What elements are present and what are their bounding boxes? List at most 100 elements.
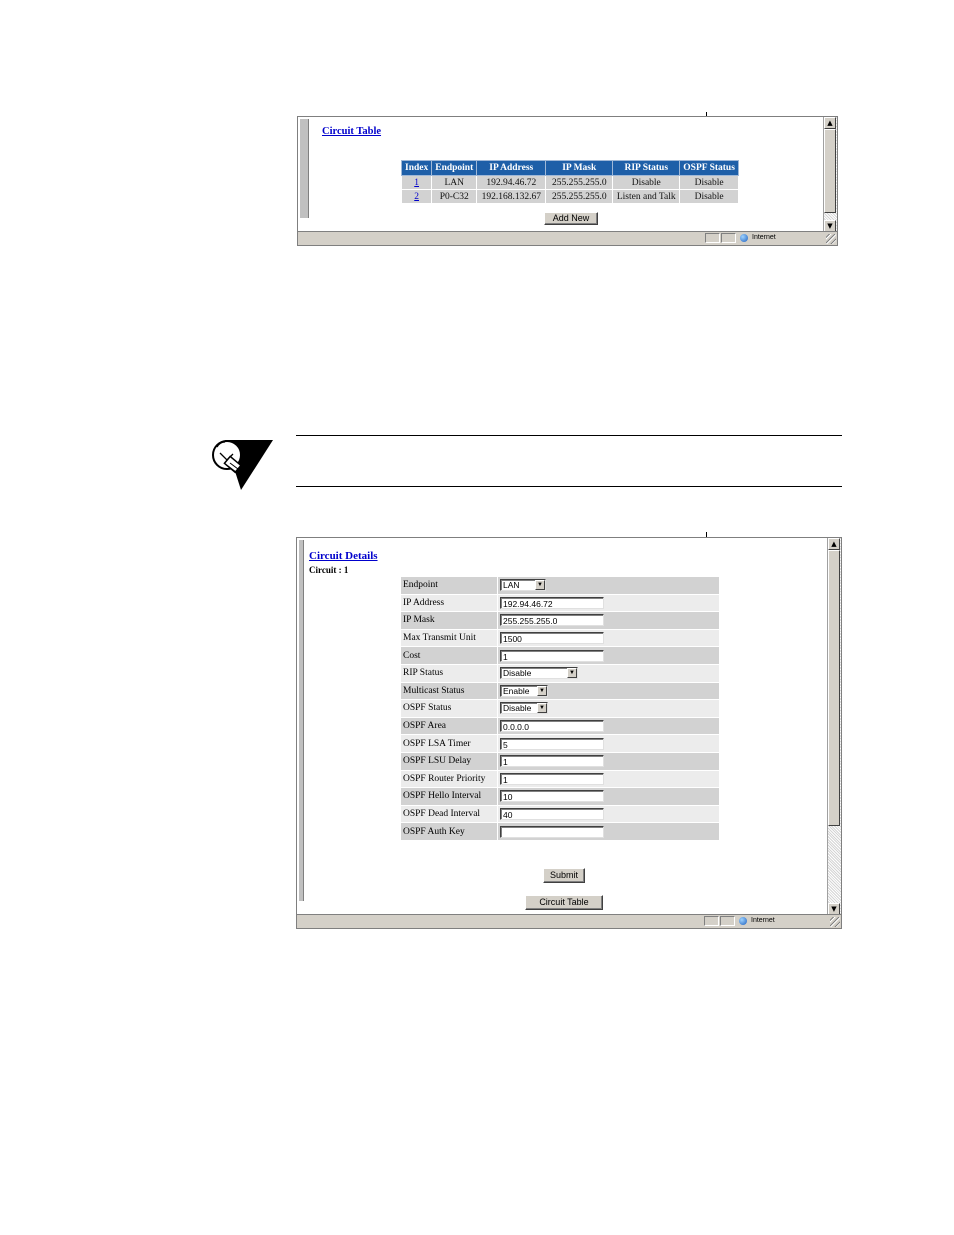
field-value-cell: 10: [497, 787, 720, 806]
lightbulb-tip-icon: [212, 440, 273, 490]
ospf-area-input[interactable]: 0.0.0.0: [500, 720, 604, 733]
form-row: OSPF LSU Delay 1: [400, 751, 720, 771]
circuit-table-window: Circuit Table Index Endpoint IP Address …: [297, 116, 838, 246]
circuit-details-title-link[interactable]: Circuit Details: [309, 550, 378, 562]
form-row: OSPF Status Disable ▼: [400, 699, 720, 718]
field-value-cell: 1: [497, 769, 720, 789]
ospf-lsa-timer-input[interactable]: 5: [500, 737, 604, 750]
field-label: OSPF Auth Key: [400, 822, 498, 841]
column-header: Endpoint: [431, 160, 478, 176]
circuit-subtitle: Circuit : 1: [309, 565, 349, 575]
ip-address-cell: 192.94.46.72: [476, 175, 547, 190]
circuit-table-content: Circuit Table Index Endpoint IP Address …: [298, 117, 824, 232]
status-cell: [721, 233, 736, 243]
rip-status-cell: Disable: [612, 175, 681, 190]
frame-left-bar: [299, 540, 304, 901]
multicast-status-select[interactable]: Enable ▼: [500, 684, 548, 697]
scroll-up-icon[interactable]: ▲: [828, 538, 840, 550]
status-cell: [704, 916, 719, 926]
resize-grip-icon[interactable]: [826, 234, 836, 244]
circuit-details-form: Endpoint LAN ▼ IP Address 192.94.46.72 I…: [400, 576, 720, 841]
ospf-router-priority-input[interactable]: 1: [500, 772, 604, 785]
column-header: RIP Status: [612, 160, 681, 176]
field-value-cell: Disable ▼: [497, 699, 720, 718]
column-header: OSPF Status: [679, 160, 739, 176]
form-row: Cost 1: [400, 646, 720, 665]
select-value: LAN: [503, 580, 520, 591]
status-bar: Internet: [297, 914, 841, 928]
form-row: OSPF Area 0.0.0.0: [400, 716, 720, 736]
field-label: Max Transmit Unit: [400, 628, 498, 648]
ospf-dead-interval-input[interactable]: 40: [500, 808, 604, 821]
field-label: OSPF Area: [400, 716, 498, 736]
ospf-lsu-delay-input[interactable]: 1: [500, 755, 604, 768]
field-value-cell: 5: [497, 734, 720, 753]
field-value-cell: 255.255.255.0: [497, 611, 720, 630]
ip-mask-cell: 255.255.255.0: [545, 189, 614, 204]
ospf-status-cell: Disable: [679, 175, 739, 190]
ip-address-input[interactable]: 192.94.46.72: [500, 596, 604, 609]
status-cell: [705, 233, 720, 243]
form-row: Multicast Status Enable ▼: [400, 681, 720, 701]
scroll-thumb[interactable]: [824, 129, 836, 213]
field-value-cell: 40: [497, 804, 720, 824]
chevron-down-icon[interactable]: ▼: [567, 668, 577, 679]
submit-button[interactable]: Submit: [543, 868, 585, 883]
add-new-button[interactable]: Add New: [544, 212, 598, 225]
resize-grip-icon[interactable]: [830, 917, 840, 927]
status-cell: [720, 916, 735, 926]
field-value-cell: 0.0.0.0: [497, 716, 720, 736]
index-link[interactable]: 1: [414, 178, 419, 188]
index-link[interactable]: 2: [414, 192, 419, 202]
internet-globe-icon: [740, 234, 748, 242]
endpoint-cell: LAN: [431, 175, 478, 190]
chevron-down-icon[interactable]: ▼: [537, 703, 547, 714]
scroll-thumb[interactable]: [828, 550, 840, 826]
table-row: 1 LAN 192.94.46.72 255.255.255.0 Disable…: [400, 175, 739, 190]
endpoint-cell: P0-C32: [431, 189, 478, 204]
ospf-status-select[interactable]: Disable ▼: [500, 702, 548, 715]
field-label: OSPF LSU Delay: [400, 751, 498, 771]
index-cell: 2: [400, 189, 433, 204]
form-row: IP Address 192.94.46.72: [400, 593, 720, 613]
field-label: RIP Status: [400, 663, 498, 683]
cost-input[interactable]: 1: [500, 649, 604, 662]
field-value-cell: [497, 822, 720, 841]
vertical-scrollbar[interactable]: ▲ ▼: [823, 117, 837, 232]
form-row: OSPF Auth Key: [400, 822, 720, 841]
select-value: Disable: [503, 703, 532, 714]
circuit-details-window: Circuit Details Circuit : 1 Endpoint LAN…: [296, 537, 842, 929]
status-zone-label: Internet: [751, 917, 775, 924]
circuit-table-header-row: Index Endpoint IP Address IP Mask RIP St…: [400, 160, 739, 176]
field-value-cell: 1: [497, 751, 720, 771]
form-row: OSPF Dead Interval 40: [400, 804, 720, 824]
endpoint-select[interactable]: LAN ▼: [500, 579, 546, 592]
field-label: OSPF Router Priority: [400, 769, 498, 789]
status-zone-label: Internet: [752, 234, 776, 241]
circuit-table-button[interactable]: Circuit Table: [525, 895, 603, 910]
status-zone: Internet: [738, 233, 776, 243]
form-row: OSPF Hello Interval 10: [400, 787, 720, 806]
ospf-status-cell: Disable: [679, 189, 739, 204]
field-label: OSPF Status: [400, 699, 498, 718]
field-label: IP Mask: [400, 611, 498, 630]
circuit-details-content: Circuit Details Circuit : 1 Endpoint LAN…: [297, 538, 828, 915]
scroll-up-icon[interactable]: ▲: [824, 117, 836, 129]
field-value-cell: 1: [497, 646, 720, 665]
ip-mask-input[interactable]: 255.255.255.0: [500, 614, 604, 627]
field-label: OSPF Hello Interval: [400, 787, 498, 806]
rip-status-cell: Listen and Talk: [612, 189, 681, 204]
status-bar: Internet: [298, 231, 837, 245]
max-transmit-unit-input[interactable]: 1500: [500, 632, 604, 645]
table-row: 2 P0-C32 192.168.132.67 255.255.255.0 Li…: [400, 189, 739, 204]
chevron-down-icon[interactable]: ▼: [537, 685, 547, 696]
field-value-cell: Enable ▼: [497, 681, 720, 701]
column-header: Index: [400, 160, 433, 176]
vertical-scrollbar[interactable]: ▲ ▼: [827, 538, 841, 915]
ip-mask-cell: 255.255.255.0: [545, 175, 614, 190]
circuit-table-title-link[interactable]: Circuit Table: [322, 126, 381, 137]
rip-status-select[interactable]: Disable ▼: [500, 667, 578, 680]
ospf-hello-interval-input[interactable]: 10: [500, 790, 604, 803]
chevron-down-icon[interactable]: ▼: [535, 580, 545, 591]
ospf-auth-key-input[interactable]: [500, 825, 604, 838]
